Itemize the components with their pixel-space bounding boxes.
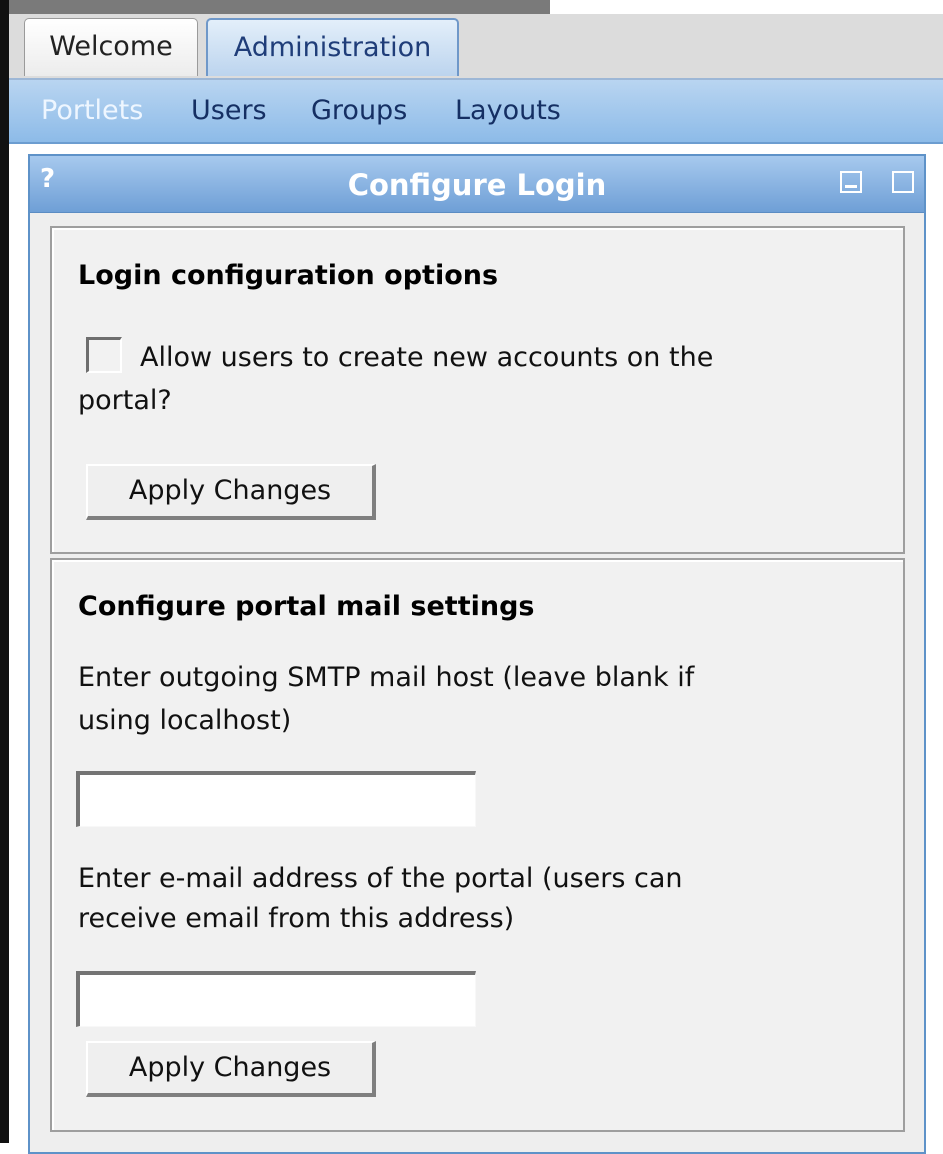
window-left-edge <box>0 0 9 1143</box>
help-icon[interactable]: ? <box>40 164 55 194</box>
apply-mail-changes-button[interactable]: Apply Changes <box>86 1041 376 1097</box>
portal-email-input[interactable] <box>76 971 476 1027</box>
portlet-header: Configure Login ? <box>30 156 924 213</box>
allow-new-accounts-checkbox[interactable] <box>86 337 122 373</box>
smtp-host-input[interactable] <box>76 771 476 827</box>
portlet-title: Configure Login <box>347 168 607 202</box>
subnav-item-groups[interactable]: Groups <box>311 80 407 142</box>
portal-email-label-cont: receive email from this address) <box>78 903 515 934</box>
top-chrome-blank <box>550 0 943 14</box>
smtp-host-label-cont: using localhost) <box>78 705 292 736</box>
tab-administration[interactable]: Administration <box>206 18 459 76</box>
apply-login-changes-button[interactable]: Apply Changes <box>86 464 376 520</box>
login-options-heading: Login configuration options <box>78 260 499 291</box>
tab-bar: Welcome Administration <box>9 14 943 80</box>
maximize-icon[interactable] <box>892 171 914 193</box>
subnav-item-portlets[interactable]: Portlets <box>41 80 143 142</box>
subnav-item-layouts[interactable]: Layouts <box>455 80 561 142</box>
top-chrome-bar <box>9 0 550 14</box>
portal-email-label: Enter e-mail address of the portal (user… <box>78 863 683 894</box>
tab-welcome[interactable]: Welcome <box>24 18 198 76</box>
mail-settings-heading: Configure portal mail settings <box>78 591 535 622</box>
smtp-host-label: Enter outgoing SMTP mail host (leave bla… <box>78 662 695 693</box>
minimize-icon[interactable] <box>840 171 862 193</box>
admin-subnav: Portlets Users Groups Layouts <box>9 80 943 144</box>
allow-new-accounts-label-cont: portal? <box>78 385 172 416</box>
subnav-item-users[interactable]: Users <box>191 80 267 142</box>
allow-new-accounts-label: Allow users to create new accounts on th… <box>140 342 714 373</box>
